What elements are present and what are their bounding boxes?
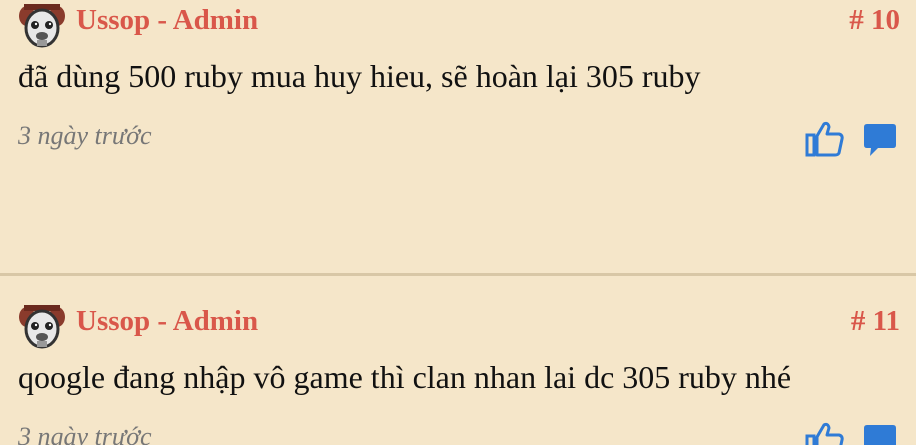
comment-feed: Ussop - Admin # 10 đã dùng 500 ruby mua … <box>0 0 916 445</box>
comment-text: đã dùng 500 ruby mua huy hieu, sẽ hoàn l… <box>18 58 701 94</box>
post-number[interactable]: # 11 <box>851 305 900 338</box>
thumbs-up-icon[interactable] <box>805 421 845 445</box>
comment-header: Ussop - Admin # 11 <box>16 301 900 349</box>
comment-icon[interactable] <box>862 424 898 445</box>
thumbs-up-icon[interactable] <box>805 120 845 158</box>
avatar-dog-icon[interactable] <box>18 303 66 351</box>
author-name[interactable]: Ussop - Admin <box>76 305 258 338</box>
comment-actions <box>805 120 900 160</box>
post-number[interactable]: # 10 <box>849 4 900 37</box>
avatar-dog-icon[interactable] <box>18 2 66 50</box>
comment-timestamp: 3 ngày trước <box>18 121 152 150</box>
comment-header: Ussop - Admin # 10 <box>16 0 900 48</box>
comment-actions <box>805 421 900 445</box>
post-divider <box>0 273 916 276</box>
author-name[interactable]: Ussop - Admin <box>76 4 258 37</box>
comment-timestamp: 3 ngày trước <box>18 422 152 445</box>
comment-icon[interactable] <box>862 123 898 157</box>
comment-text: qoogle đang nhập vô game thì clan nhan l… <box>18 359 792 395</box>
